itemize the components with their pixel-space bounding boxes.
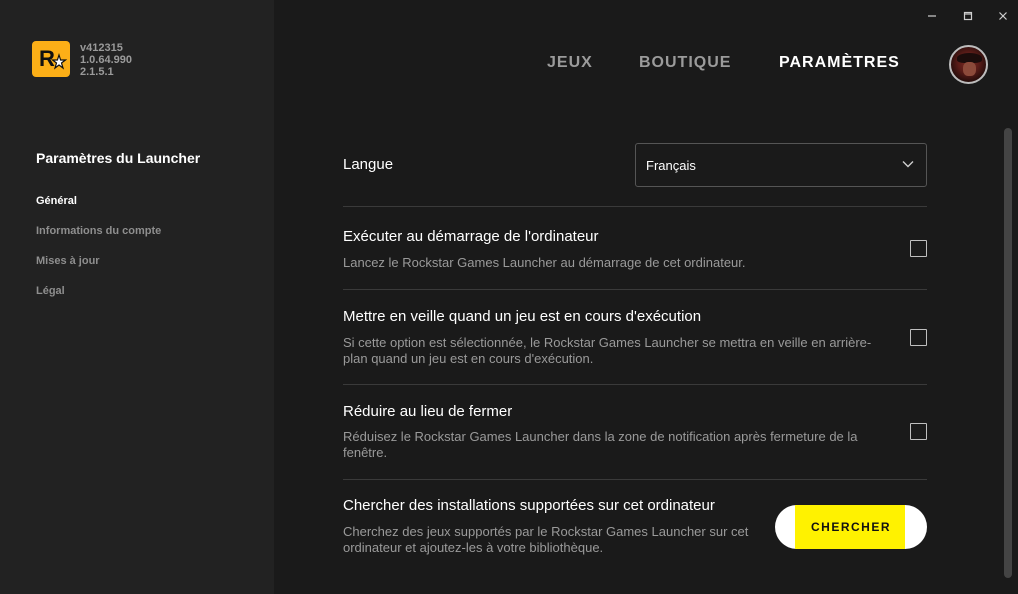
version-line: 2.1.5.1 — [80, 66, 114, 78]
version-line: 1.0.64.990 — [80, 54, 132, 66]
startup-checkbox[interactable] — [910, 240, 927, 257]
minimize-icon — [928, 15, 936, 17]
avatar[interactable] — [949, 45, 988, 84]
language-select[interactable]: Français — [635, 143, 927, 187]
version-info: v412315 1.0.64.990 2.1.5.1 — [80, 42, 132, 78]
minimize-description: Réduisez le Rockstar Games Launcher dans… — [343, 429, 858, 460]
startup-description: Lancez le Rockstar Games Launcher au dém… — [343, 255, 746, 270]
sidebar-item-legal[interactable]: Légal — [36, 284, 161, 314]
rockstar-logo-icon: R — [32, 41, 70, 77]
tab-settings[interactable]: PARAMÈTRES — [779, 54, 900, 72]
tab-games[interactable]: JEUX — [547, 54, 593, 72]
chevron-down-icon — [902, 161, 914, 168]
scrollbar[interactable] — [1004, 128, 1012, 578]
scan-title: Chercher des installations supportées su… — [343, 497, 715, 514]
version-line: v412315 — [80, 42, 123, 54]
sleep-description: Si cette option est sélectionnée, le Roc… — [343, 335, 872, 366]
sidebar-item-account-info[interactable]: Informations du compte — [36, 224, 161, 254]
scan-description: Cherchez des jeux supportés par le Rocks… — [343, 524, 749, 555]
language-label: Langue — [343, 156, 394, 173]
minimize-title: Réduire au lieu de fermer — [343, 403, 513, 420]
sidebar-item-general[interactable]: Général — [36, 194, 161, 224]
language-value: Français — [646, 158, 696, 173]
sleep-title: Mettre en veille quand un jeu est en cou… — [343, 308, 702, 325]
sleep-checkbox[interactable] — [910, 329, 927, 346]
tab-store[interactable]: BOUTIQUE — [639, 54, 731, 72]
minimize-checkbox[interactable] — [910, 423, 927, 440]
divider — [343, 289, 927, 290]
minimize-button[interactable] — [922, 6, 942, 26]
close-icon — [999, 12, 1007, 20]
sidebar-nav: Général Informations du compte Mises à j… — [36, 194, 161, 314]
svg-text:R: R — [39, 46, 55, 71]
close-button[interactable] — [993, 6, 1013, 26]
divider — [343, 384, 927, 385]
sidebar: R v412315 1.0.64.990 2.1.5.1 Paramètres … — [0, 0, 274, 594]
search-button-label: CHERCHER — [810, 520, 891, 534]
search-button[interactable]: CHERCHER — [775, 505, 927, 549]
maximize-icon — [963, 11, 973, 21]
sidebar-title: Paramètres du Launcher — [36, 150, 201, 166]
divider — [343, 479, 927, 480]
main-panel: JEUX BOUTIQUE PARAMÈTRES Langue Français… — [274, 0, 1018, 594]
startup-title: Exécuter au démarrage de l'ordinateur — [343, 228, 599, 245]
divider — [343, 206, 927, 207]
sidebar-item-updates[interactable]: Mises à jour — [36, 254, 161, 284]
maximize-button[interactable] — [958, 6, 978, 26]
